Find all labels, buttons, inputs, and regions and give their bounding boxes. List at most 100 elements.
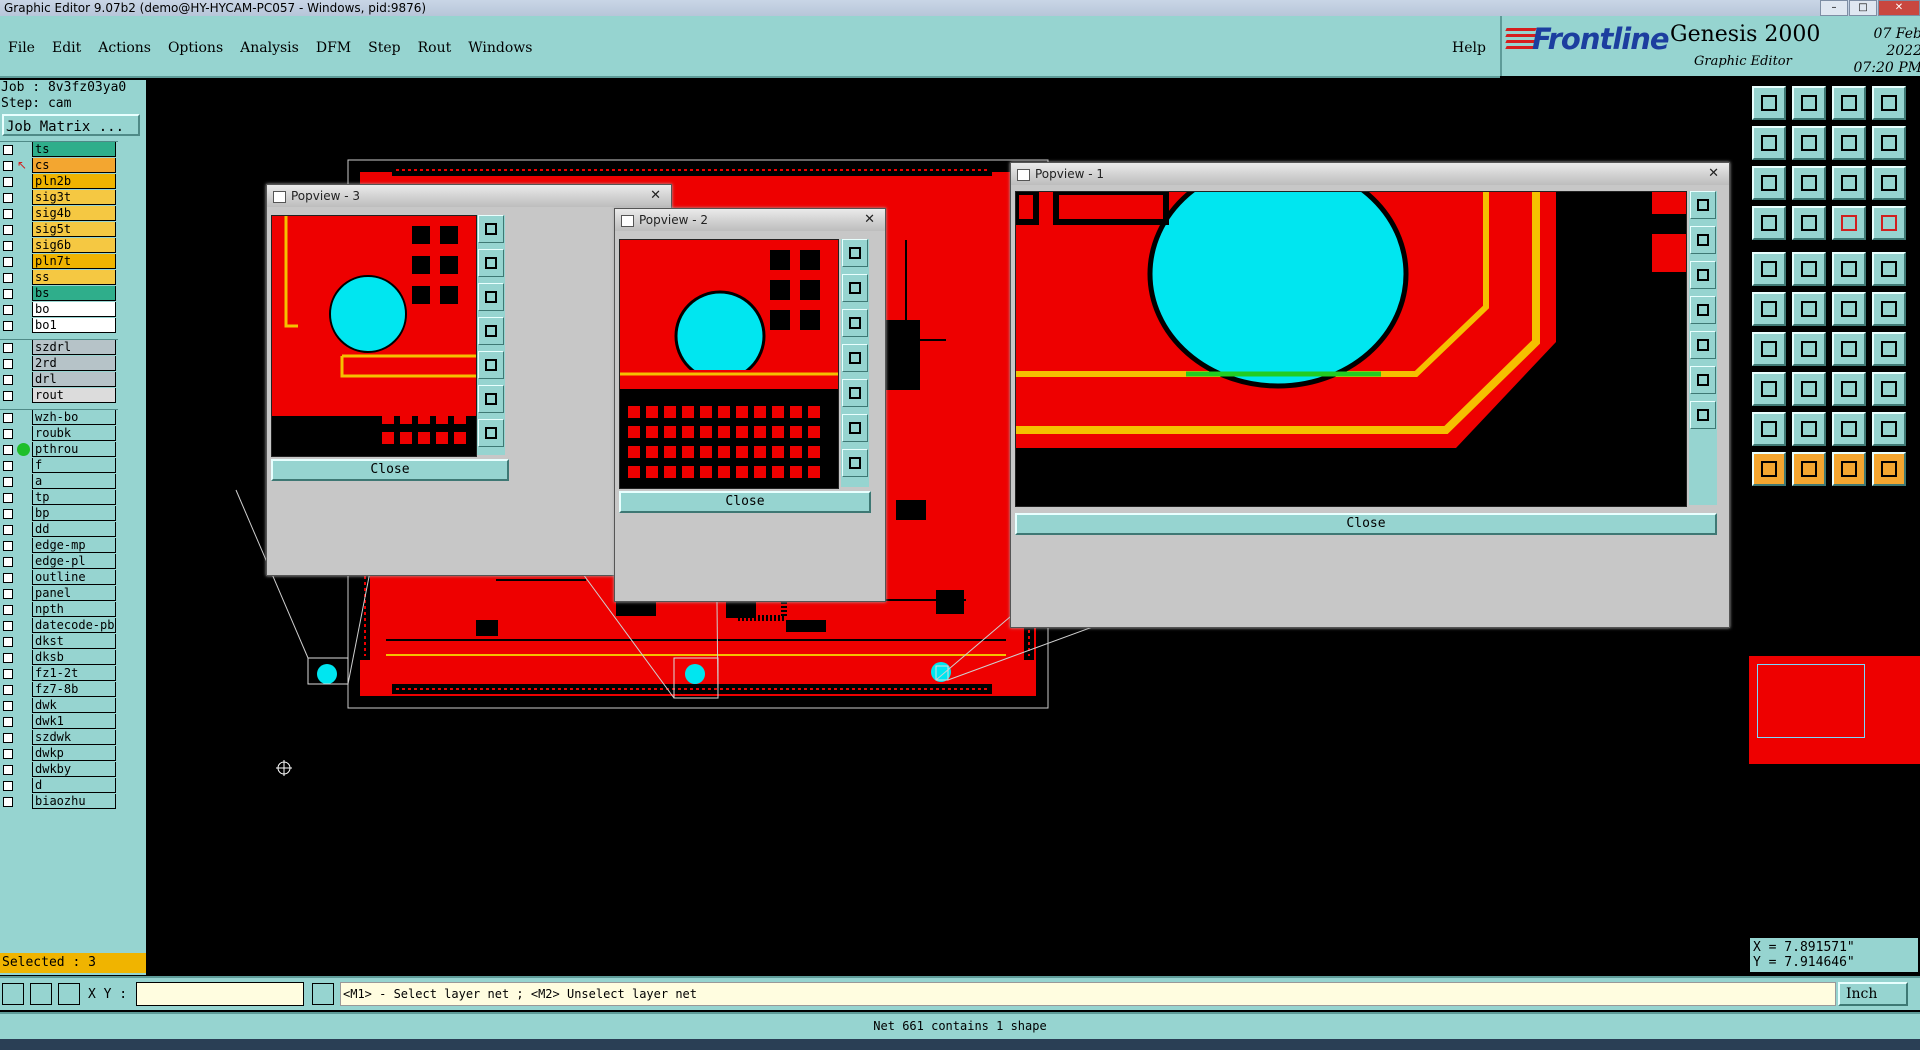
maximize-button[interactable]: □ — [1849, 0, 1877, 16]
menu-options[interactable]: Options — [168, 40, 223, 56]
popview-2-tool-1[interactable] — [842, 239, 868, 267]
net-trace-icon[interactable] — [1872, 452, 1906, 486]
popview-3-titlebar[interactable]: Popview - 3 ✕ — [267, 185, 671, 207]
layer-name[interactable]: dd — [32, 522, 116, 537]
layer-name[interactable]: bo — [32, 302, 116, 317]
popview-2-tool-2[interactable] — [842, 274, 868, 302]
layer-checkbox[interactable] — [3, 669, 13, 679]
rect-select-icon[interactable] — [1792, 252, 1826, 286]
layer-name[interactable]: ss — [32, 270, 116, 285]
layer-checkbox[interactable] — [3, 573, 13, 583]
layer-name[interactable]: biaozhu — [32, 794, 116, 809]
layer-name[interactable]: sig6b — [32, 238, 116, 253]
layer-checkbox[interactable] — [3, 429, 13, 439]
layer-name[interactable]: bs — [32, 286, 116, 301]
layer-name[interactable]: drl — [32, 372, 116, 387]
layer-row[interactable]: tp — [0, 490, 118, 506]
zoom-extent-icon[interactable] — [1872, 126, 1906, 160]
layer-row[interactable]: dwk — [0, 698, 118, 714]
layer-row[interactable]: szdrl — [0, 340, 118, 356]
units-selector[interactable]: Inch — [1838, 982, 1908, 1006]
layer-row[interactable]: f — [0, 458, 118, 474]
layer-row[interactable]: datecode-pbe — [0, 618, 118, 634]
zoom-in-left-icon[interactable] — [1752, 126, 1786, 160]
layer-name[interactable]: bp — [32, 506, 116, 521]
layer-checkbox[interactable] — [3, 273, 13, 283]
close-window-button[interactable]: ✕ — [1878, 0, 1920, 16]
layer-checkbox[interactable] — [3, 413, 13, 423]
layer-checkbox[interactable] — [3, 781, 13, 791]
popview-3-tool-1[interactable] — [478, 215, 504, 243]
layer-checkbox[interactable] — [3, 177, 13, 187]
layer-name[interactable]: rout — [32, 388, 116, 403]
select-arrow-icon[interactable] — [1792, 452, 1826, 486]
popview-2-titlebar[interactable]: Popview - 2 ✕ — [615, 209, 885, 231]
layer-row[interactable]: dd — [0, 522, 118, 538]
layer-checkbox[interactable] — [3, 461, 13, 471]
layer-row[interactable]: pln2b — [0, 174, 118, 190]
layer-row[interactable]: sig3t — [0, 190, 118, 206]
highlight-icon[interactable] — [1832, 452, 1866, 486]
layer-name[interactable]: outline — [32, 570, 116, 585]
layer-name[interactable]: d — [32, 778, 116, 793]
layer-row[interactable]: drl — [0, 372, 118, 388]
section-icon[interactable] — [1792, 206, 1826, 240]
popview-3-tool-2[interactable] — [478, 249, 504, 277]
layer-name[interactable]: wzh-bo — [32, 410, 116, 425]
layer-checkbox[interactable] — [3, 589, 13, 599]
layer-name[interactable]: fz7-8b — [32, 682, 116, 697]
layer-row[interactable]: rout — [0, 388, 118, 404]
popview-3-view[interactable] — [271, 215, 477, 457]
popview-2-tool-3[interactable] — [842, 309, 868, 337]
layer-name[interactable]: dkst — [32, 634, 116, 649]
layer-row[interactable]: dwkby — [0, 762, 118, 778]
break-icon[interactable] — [1752, 372, 1786, 406]
layer-checkbox[interactable] — [3, 493, 13, 503]
insert-icon[interactable] — [1832, 372, 1866, 406]
layer-name[interactable]: a — [32, 474, 116, 489]
popview-3-tool-7[interactable] — [478, 419, 504, 447]
menu-file[interactable]: File — [8, 40, 35, 56]
layer-name[interactable]: edge-pl — [32, 554, 116, 569]
layer-name[interactable]: npth — [32, 602, 116, 617]
layer-row[interactable]: sig5t — [0, 222, 118, 238]
layer-checkbox[interactable] — [3, 509, 13, 519]
popview-1-view[interactable] — [1015, 191, 1687, 507]
overview-minimap[interactable] — [1749, 656, 1920, 764]
popview-1-close-icon[interactable]: ✕ — [1708, 163, 1719, 185]
layer-stack-icon[interactable] — [1872, 206, 1906, 240]
snapshot-icon[interactable] — [1752, 86, 1786, 120]
layer-row[interactable]: dwkp — [0, 746, 118, 762]
popview-1-tool-7[interactable] — [1690, 401, 1716, 429]
popview-2-tool-5[interactable] — [842, 379, 868, 407]
minimap-viewport[interactable] — [1757, 664, 1865, 738]
arc-icon[interactable] — [1832, 332, 1866, 366]
popview-1-tool-3[interactable] — [1690, 261, 1716, 289]
triangle-icon[interactable] — [1752, 412, 1786, 446]
layer-name[interactable]: dwk1 — [32, 714, 116, 729]
menu-edit[interactable]: Edit — [52, 40, 81, 56]
popview-1-titlebar[interactable]: Popview - 1 ✕ — [1011, 163, 1729, 185]
menu-step[interactable]: Step — [368, 40, 400, 56]
layer-checkbox[interactable] — [3, 701, 13, 711]
layer-checkbox[interactable] — [3, 257, 13, 267]
menu-analysis[interactable]: Analysis — [240, 40, 299, 56]
layer-row[interactable]: pthrou — [0, 442, 118, 458]
layer-name[interactable]: f — [32, 458, 116, 473]
popview-2-tool-6[interactable] — [842, 414, 868, 442]
layer-name[interactable]: pln7t — [32, 254, 116, 269]
layer-name[interactable]: sig4b — [32, 206, 116, 221]
layer-name[interactable]: sig5t — [32, 222, 116, 237]
net-view-icon[interactable] — [1832, 206, 1866, 240]
layer-checkbox[interactable] — [3, 541, 13, 551]
layer-row[interactable]: a — [0, 474, 118, 490]
layer-checkbox[interactable] — [3, 359, 13, 369]
grid-icon[interactable] — [58, 983, 80, 1005]
layer-row[interactable]: sig6b — [0, 238, 118, 254]
layer-checkbox[interactable] — [3, 765, 13, 775]
net-cut-icon[interactable] — [1792, 292, 1826, 326]
layer-checkbox[interactable] — [3, 209, 13, 219]
layer-row[interactable]: outline — [0, 570, 118, 586]
layer-checkbox[interactable] — [3, 653, 13, 663]
popview-1-tool-4[interactable] — [1690, 296, 1716, 324]
